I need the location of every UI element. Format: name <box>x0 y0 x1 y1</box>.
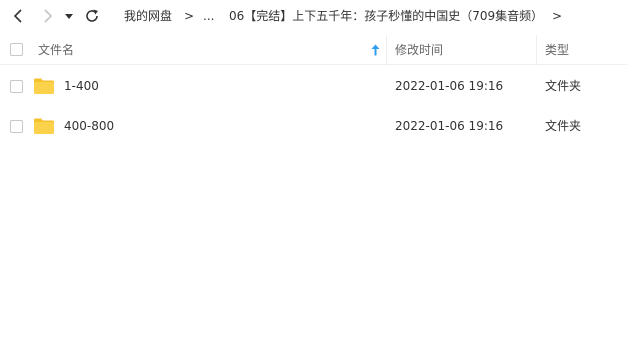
column-header-type[interactable]: 类型 <box>545 43 569 57</box>
back-button[interactable] <box>8 6 28 26</box>
file-row[interactable]: 400-800 2022-01-06 19:16 文件夹 <box>0 106 627 146</box>
caret-down-icon <box>65 14 73 19</box>
breadcrumb-current[interactable]: 06【完结】上下五千年：孩子秒懂的中国史（709集音频） <box>229 8 543 24</box>
file-row[interactable]: 1-400 2022-01-06 19:16 文件夹 <box>0 66 627 106</box>
column-header-modified[interactable]: 修改时间 <box>395 43 443 57</box>
modified-time: 2022-01-06 19:16 <box>395 119 504 133</box>
column-divider[interactable] <box>536 35 537 65</box>
breadcrumb-root[interactable]: 我的网盘 <box>124 8 172 24</box>
forward-button[interactable] <box>38 6 58 26</box>
file-name[interactable]: 400-800 <box>64 118 114 134</box>
breadcrumb-trailing-separator[interactable]: > <box>552 8 562 24</box>
sort-ascending-icon[interactable] <box>371 44 380 56</box>
row-checkbox[interactable] <box>10 120 23 133</box>
file-name[interactable]: 1-400 <box>64 78 99 94</box>
column-header-name[interactable]: 文件名 <box>38 43 74 57</box>
modified-time: 2022-01-06 19:16 <box>395 79 504 93</box>
navigation-bar: 我的网盘 > ... 06【完结】上下五千年：孩子秒懂的中国史（709集音频） … <box>0 0 627 33</box>
row-checkbox[interactable] <box>10 80 23 93</box>
breadcrumb-separator: > <box>184 9 195 23</box>
refresh-button[interactable] <box>82 6 102 26</box>
select-all-checkbox[interactable] <box>10 43 23 56</box>
file-type: 文件夹 <box>545 119 582 133</box>
refresh-icon <box>86 9 98 22</box>
breadcrumb-ellipsis[interactable]: ... <box>203 8 214 24</box>
history-dropdown-button[interactable] <box>62 6 76 26</box>
file-type: 文件夹 <box>545 79 582 93</box>
file-list-header: 文件名 修改时间 类型 <box>0 35 627 65</box>
chevron-right-icon <box>44 9 53 23</box>
chevron-left-icon <box>13 9 22 23</box>
folder-icon <box>34 118 54 134</box>
column-divider[interactable] <box>386 35 387 65</box>
folder-icon <box>34 78 54 94</box>
